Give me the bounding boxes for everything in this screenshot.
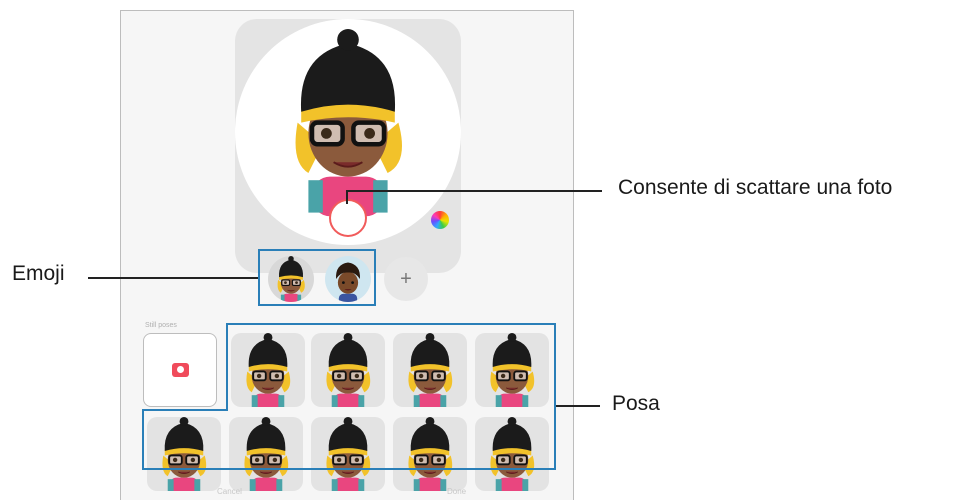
- callout-shutter: Consente di scattare una foto: [618, 176, 893, 199]
- shutter-leader-drop: [346, 190, 348, 204]
- emoji-leader-line: [88, 277, 258, 279]
- pose-highlight: [142, 323, 556, 470]
- shutter-leader-line: [346, 190, 602, 192]
- cancel-button[interactable]: Cancel: [217, 487, 242, 496]
- pose-leader-line: [556, 405, 600, 407]
- emoji-highlight: [258, 249, 376, 306]
- add-emoji-button[interactable]: +: [384, 257, 428, 301]
- color-palette-icon[interactable]: [431, 211, 449, 229]
- callout-emoji: Emoji: [12, 262, 65, 285]
- shutter-button[interactable]: [329, 199, 367, 237]
- done-button[interactable]: Done: [447, 487, 466, 496]
- callout-pose: Posa: [612, 392, 660, 415]
